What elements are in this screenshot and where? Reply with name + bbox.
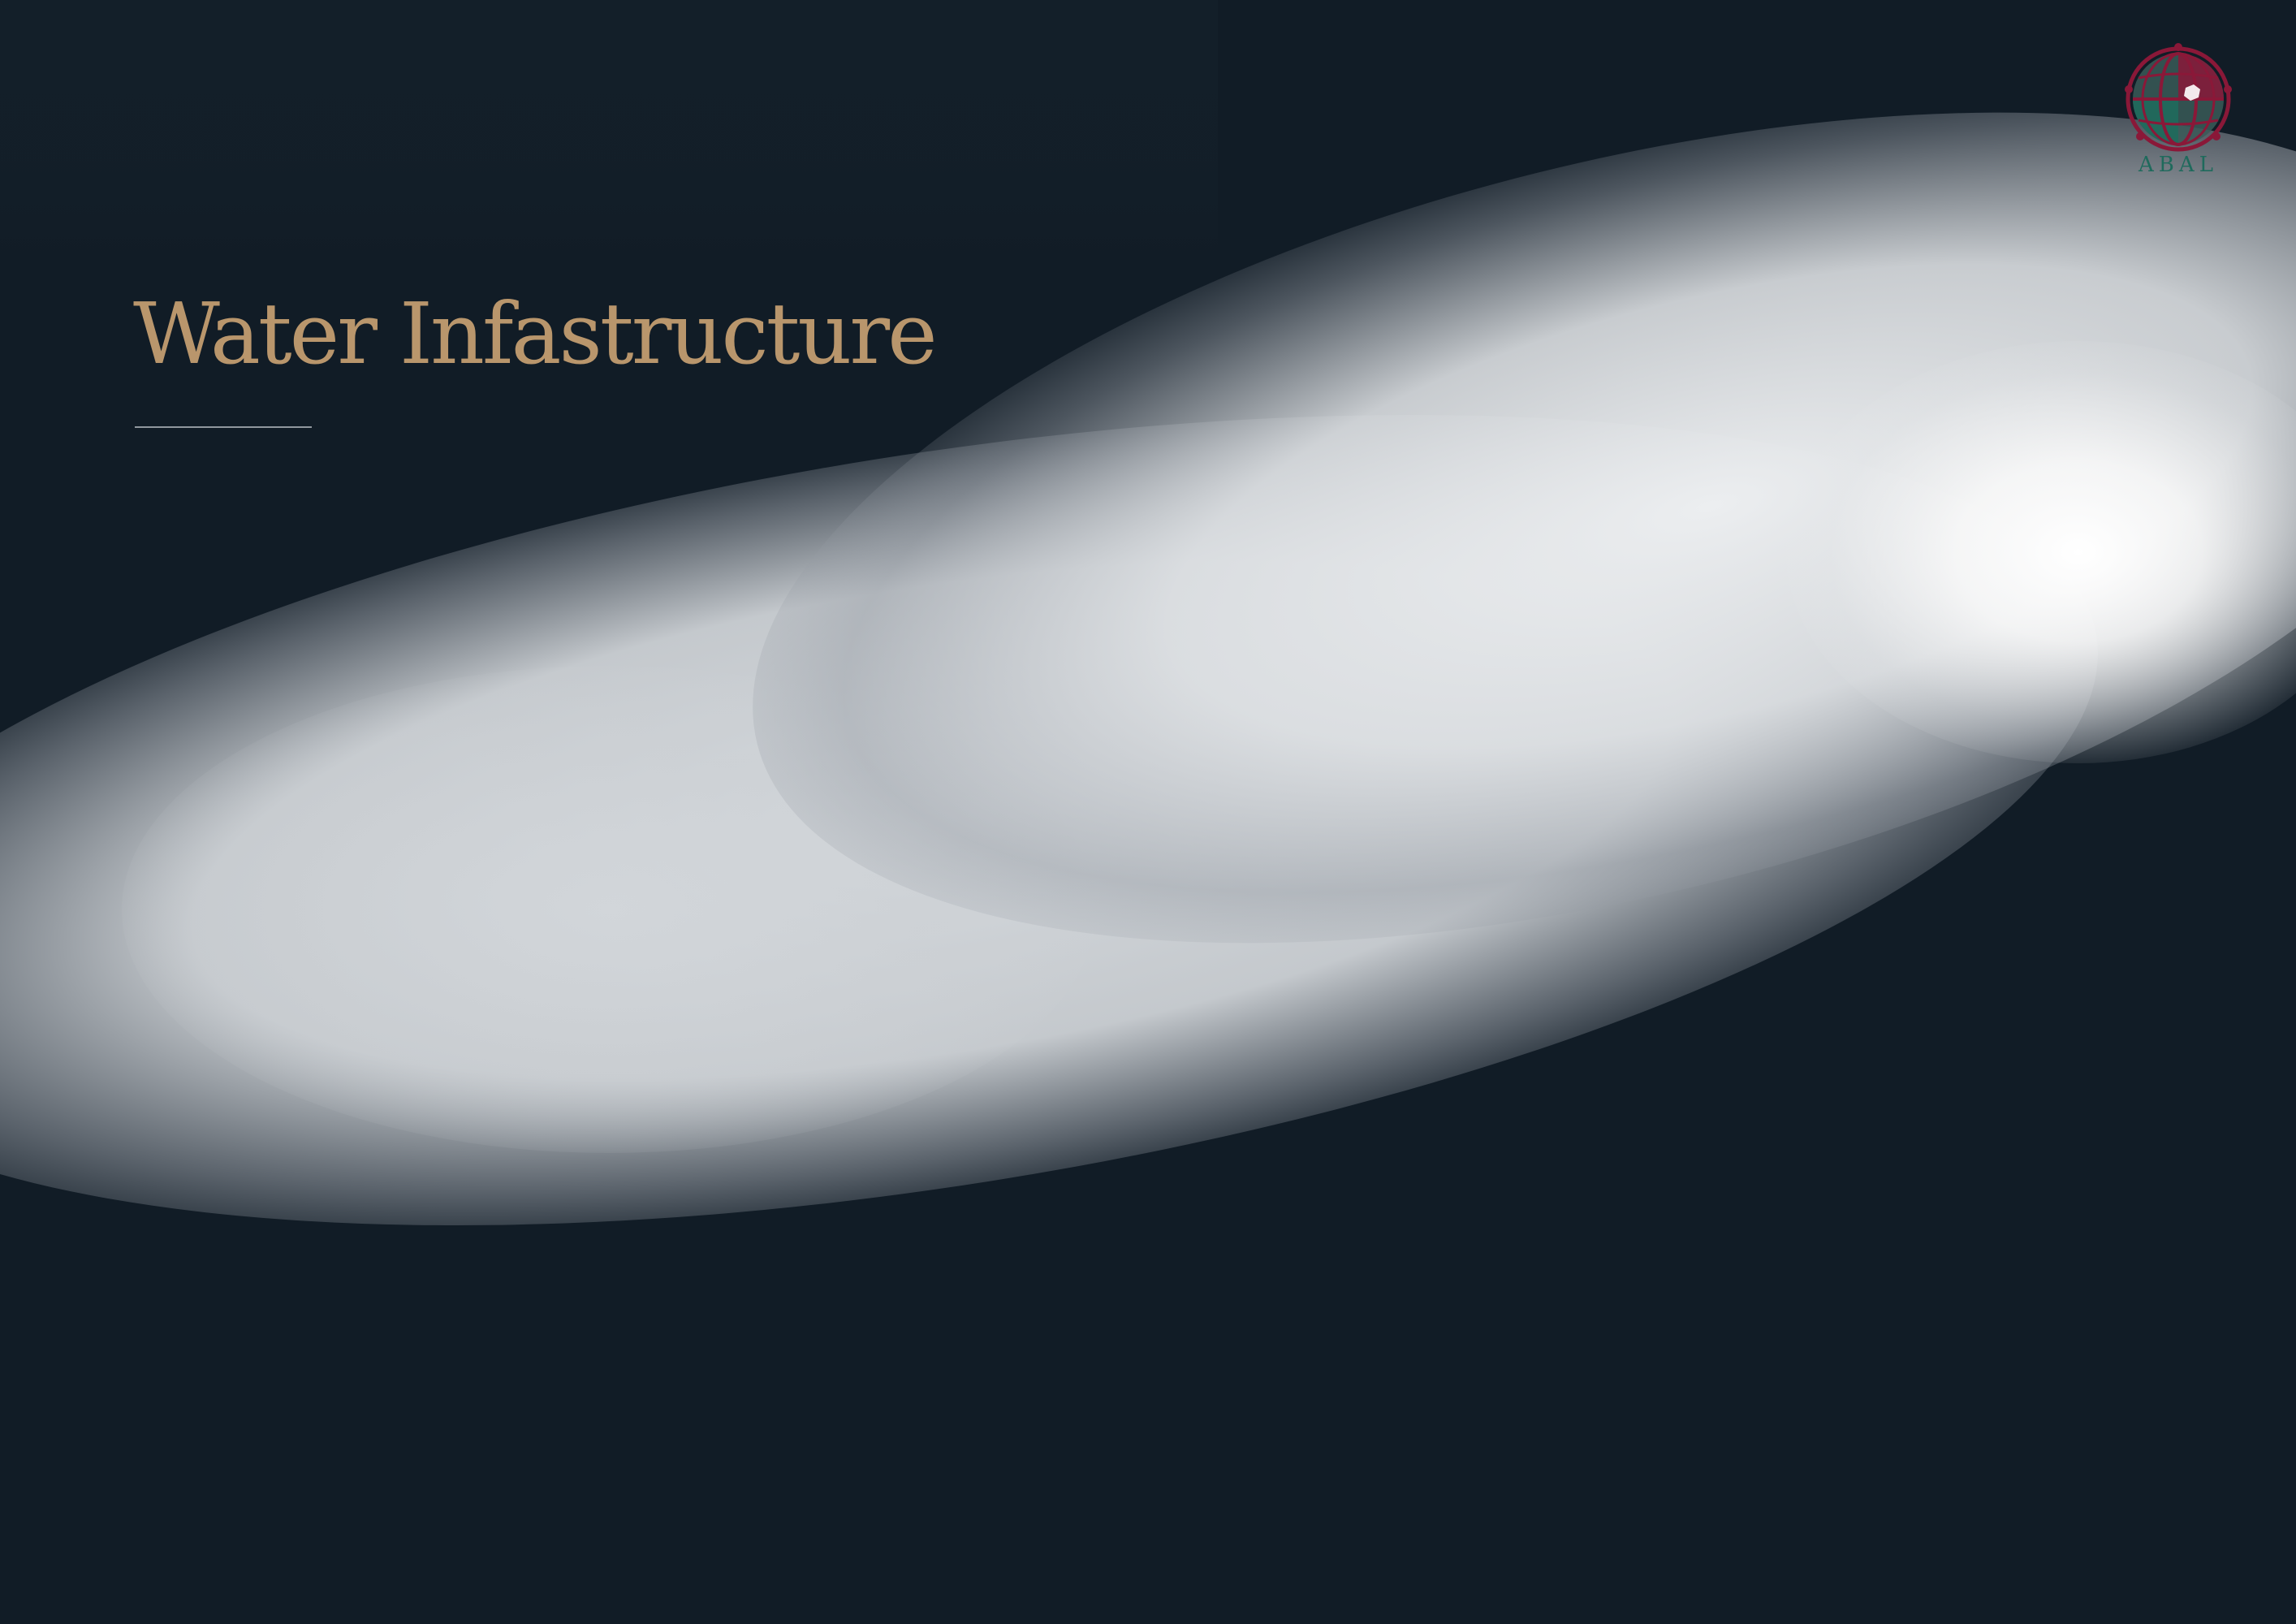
page-title: Water Infastructure	[133, 284, 938, 383]
globe-emblem-icon	[2125, 43, 2232, 152]
cover-page: Water Infastructure ABAL	[0, 0, 2296, 1624]
company-logo: ABAL	[2104, 41, 2252, 195]
title-divider	[135, 426, 312, 428]
logo-wordmark: ABAL	[2138, 153, 2218, 177]
